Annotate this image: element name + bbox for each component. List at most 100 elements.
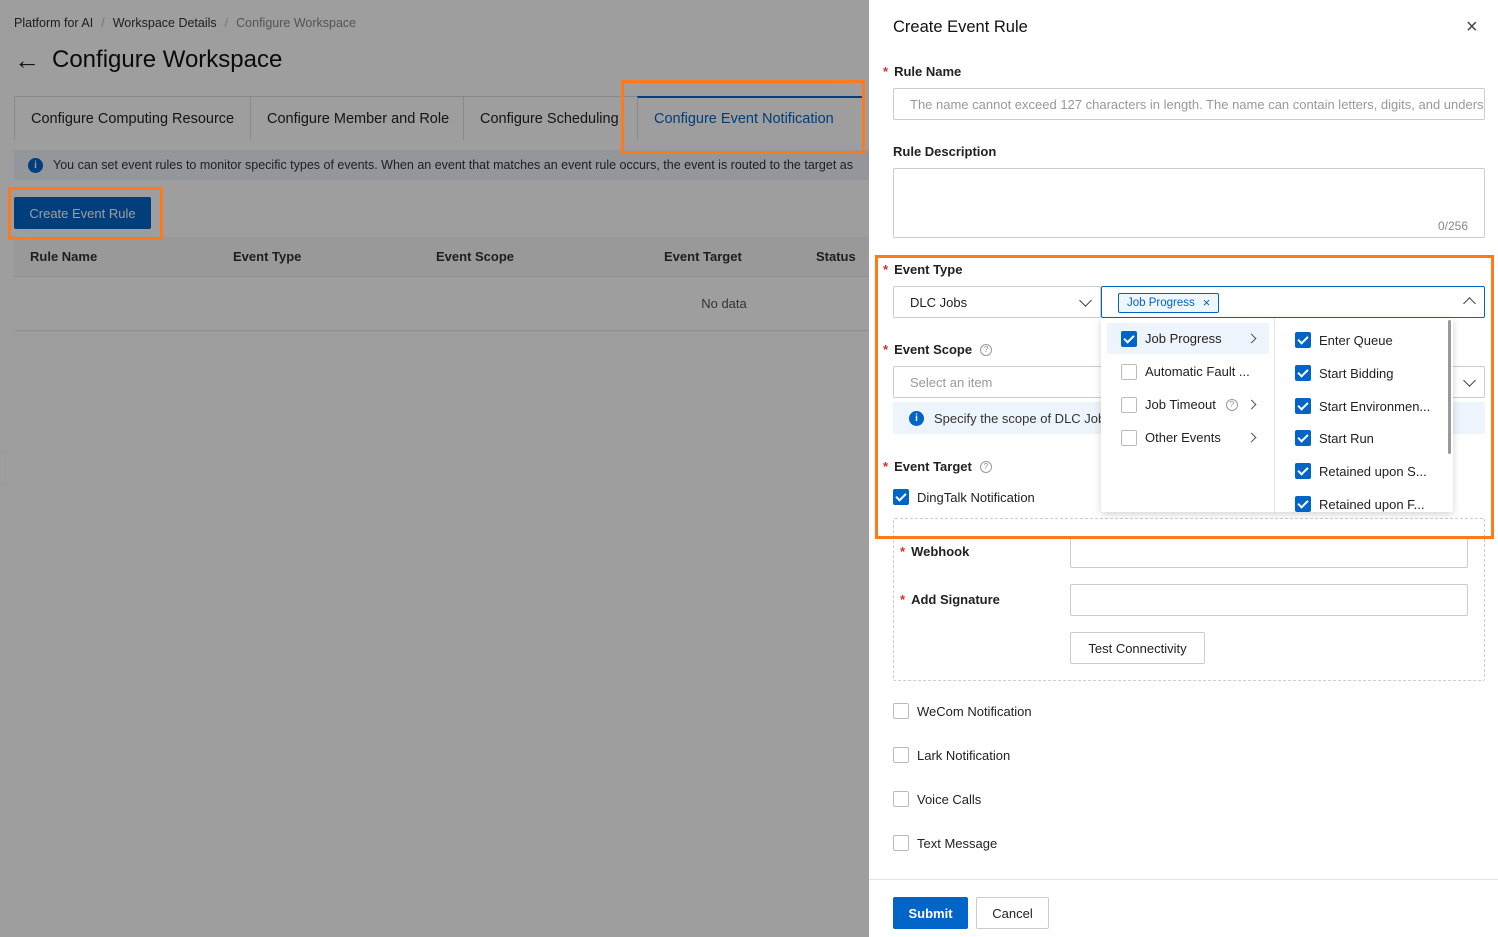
option-checkbox[interactable] xyxy=(1295,365,1311,381)
cascader-level1: Job Progress Automatic Fault ... Job Tim… xyxy=(1101,318,1275,512)
event-type-label-text: Event Type xyxy=(894,262,963,277)
submit-button[interactable]: Submit xyxy=(893,897,968,929)
event-scope-placeholder: Select an item xyxy=(910,374,993,390)
selected-tag-job-progress: Job Progress × xyxy=(1118,293,1220,313)
event-category-value: DLC Jobs xyxy=(910,294,968,310)
cascader-option-retained-upon-failure[interactable]: Retained upon F... xyxy=(1295,494,1425,512)
voice-calls-label: Voice Calls xyxy=(917,791,982,807)
event-target-label: * Event Target ? xyxy=(883,459,992,474)
event-target-label-text: Event Target xyxy=(894,459,972,474)
footer-divider xyxy=(869,879,1498,880)
modal-overlay[interactable] xyxy=(0,0,869,937)
help-icon[interactable]: ? xyxy=(1225,398,1238,411)
option-label: Automatic Fault ... xyxy=(1145,364,1250,379)
cascader-option-enter-queue[interactable]: Enter Queue xyxy=(1295,330,1393,350)
chevron-right-icon xyxy=(1246,399,1257,410)
option-checkbox[interactable] xyxy=(1295,463,1311,479)
cascader-option-start-environment[interactable]: Start Environmen... xyxy=(1295,396,1430,416)
event-scope-label-text: Event Scope xyxy=(894,342,973,357)
cascader-option-job-progress[interactable]: Job Progress xyxy=(1107,323,1269,354)
cascader-option-retained-upon-success[interactable]: Retained upon S... xyxy=(1295,461,1427,481)
voice-calls-checkbox-row[interactable]: Voice Calls xyxy=(893,791,981,807)
required-asterisk: * xyxy=(883,459,889,474)
wecom-label: WeCom Notification xyxy=(917,703,1032,719)
webhook-label-text: Webhook xyxy=(911,544,970,559)
chevron-down-icon xyxy=(1079,294,1092,307)
wecom-checkbox-row[interactable]: WeCom Notification xyxy=(893,703,1032,719)
chevron-right-icon xyxy=(1246,432,1257,443)
option-label: Start Run xyxy=(1319,430,1374,446)
signature-label-text: Add Signature xyxy=(911,592,1000,607)
text-message-checkbox-row[interactable]: Text Message xyxy=(893,835,997,851)
wecom-checkbox[interactable] xyxy=(893,703,909,719)
rule-name-label-text: Rule Name xyxy=(894,64,962,79)
help-icon[interactable]: ? xyxy=(980,343,993,356)
info-icon: i xyxy=(909,410,924,426)
option-label: Other Events xyxy=(1145,430,1221,445)
option-label: Retained upon F... xyxy=(1319,496,1425,512)
webhook-input[interactable] xyxy=(1070,536,1468,568)
dingtalk-label: DingTalk Notification xyxy=(917,489,1035,505)
side-collapse-handle[interactable] xyxy=(0,452,6,484)
chevron-right-icon xyxy=(1246,333,1257,344)
required-asterisk: * xyxy=(883,342,889,357)
dingtalk-checkbox-row[interactable]: DingTalk Notification xyxy=(893,489,1035,505)
cascader-level2: Enter Queue Start Bidding Start Environm… xyxy=(1275,318,1453,512)
cascader-option-other-events[interactable]: Other Events xyxy=(1107,422,1269,453)
lark-checkbox[interactable] xyxy=(893,747,909,763)
chevron-up-icon xyxy=(1463,297,1476,310)
option-checkbox[interactable] xyxy=(1121,396,1137,413)
option-checkbox[interactable] xyxy=(1121,363,1137,380)
voice-calls-checkbox[interactable] xyxy=(893,791,909,807)
event-type-multiselect[interactable]: Job Progress × xyxy=(1101,286,1485,318)
option-label: Start Bidding xyxy=(1319,365,1394,381)
dingtalk-checkbox[interactable] xyxy=(893,489,909,505)
event-type-label: * Event Type xyxy=(883,262,962,277)
text-message-checkbox[interactable] xyxy=(893,835,909,851)
test-connectivity-button[interactable]: Test Connectivity xyxy=(1070,632,1205,664)
option-checkbox[interactable] xyxy=(1121,330,1137,347)
rule-description-textarea[interactable]: 0/256 xyxy=(893,168,1485,238)
required-asterisk: * xyxy=(900,544,906,559)
chevron-down-icon xyxy=(1463,374,1476,387)
event-scope-info-text: Specify the scope of DLC Job xyxy=(934,410,1106,426)
option-checkbox[interactable] xyxy=(1121,429,1137,446)
cascader-option-automatic-fault[interactable]: Automatic Fault ... xyxy=(1107,356,1269,387)
required-asterisk: * xyxy=(883,64,889,79)
cascader-option-start-run[interactable]: Start Run xyxy=(1295,428,1374,448)
character-counter: 0/256 xyxy=(1437,219,1468,233)
rule-description-label: Rule Description xyxy=(893,144,996,159)
help-icon[interactable]: ? xyxy=(979,460,992,473)
rule-name-label: * Rule Name xyxy=(883,64,961,79)
option-checkbox[interactable] xyxy=(1295,496,1311,512)
option-label: Start Environmen... xyxy=(1319,398,1431,414)
option-checkbox[interactable] xyxy=(1295,430,1311,446)
event-scope-label: * Event Scope ? xyxy=(883,342,993,357)
signature-input[interactable] xyxy=(1070,584,1468,616)
cascader-option-start-bidding[interactable]: Start Bidding xyxy=(1295,363,1393,383)
text-message-label: Text Message xyxy=(917,835,998,851)
option-label: Retained upon S... xyxy=(1319,463,1427,479)
option-label: Job Timeout xyxy=(1145,397,1216,412)
cascader-scrollbar[interactable] xyxy=(1448,320,1451,454)
webhook-label: * Webhook xyxy=(900,544,969,559)
lark-label: Lark Notification xyxy=(917,747,1011,763)
rule-name-input[interactable]: The name cannot exceed 127 characters in… xyxy=(893,88,1485,120)
signature-label: * Add Signature xyxy=(900,592,1000,607)
tag-label: Job Progress xyxy=(1127,297,1195,309)
event-category-select[interactable]: DLC Jobs xyxy=(893,286,1101,318)
cascader-option-job-timeout[interactable]: Job Timeout ? xyxy=(1107,389,1269,420)
required-asterisk: * xyxy=(883,262,889,277)
option-label: Enter Queue xyxy=(1319,332,1393,348)
drawer-title: Create Event Rule xyxy=(893,18,1028,36)
lark-checkbox-row[interactable]: Lark Notification xyxy=(893,747,1010,763)
option-checkbox[interactable] xyxy=(1295,332,1311,348)
close-icon[interactable]: × xyxy=(1466,17,1478,37)
tag-close-icon[interactable]: × xyxy=(1203,296,1211,309)
event-type-cascader: Job Progress Automatic Fault ... Job Tim… xyxy=(1101,318,1453,512)
rule-name-placeholder: The name cannot exceed 127 characters in… xyxy=(910,96,1484,112)
rule-description-label-text: Rule Description xyxy=(893,144,997,159)
required-asterisk: * xyxy=(900,592,906,607)
option-checkbox[interactable] xyxy=(1295,398,1311,414)
cancel-button[interactable]: Cancel xyxy=(976,897,1049,929)
